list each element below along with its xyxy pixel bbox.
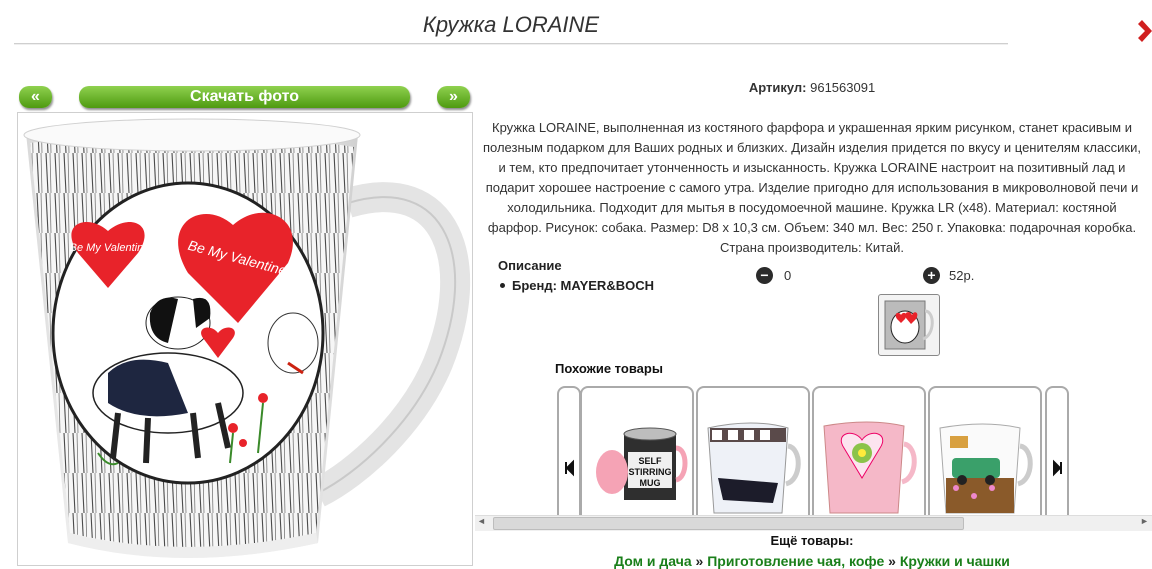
- mug-illustration: Be My Valentine! Be My Valentine!: [23, 118, 471, 558]
- self-stirring-mug-image: SELF STIRRING MUG: [596, 427, 688, 500]
- arrow-right-icon: [1053, 459, 1062, 477]
- sku-value: 961563091: [810, 80, 876, 95]
- arrow-left-icon: [565, 459, 574, 477]
- similar-product-card[interactable]: [696, 386, 810, 518]
- minus-icon[interactable]: −: [756, 267, 773, 284]
- thumbnail-mug: [884, 300, 934, 350]
- carousel-prev-button[interactable]: [557, 386, 581, 518]
- pink-heart-mug-image: [823, 421, 917, 514]
- similar-product-card[interactable]: [928, 386, 1042, 518]
- page-title: Кружка LORAINE: [422, 12, 600, 37]
- plus-icon[interactable]: +: [923, 267, 940, 284]
- plus-count: 52р.: [949, 268, 975, 283]
- product-photo[interactable]: Be My Valentine! Be My Valentine!: [17, 112, 473, 566]
- photo-thumbnail[interactable]: [878, 294, 940, 356]
- more-products-heading: Ещё товары:: [770, 533, 854, 548]
- sku: Артикул: 961563091: [480, 80, 1144, 95]
- next-photo-button[interactable]: »: [437, 86, 470, 108]
- download-photo-button[interactable]: Скачать фото: [79, 86, 410, 108]
- heart-left-text: Be My Valentine!: [70, 242, 153, 254]
- svg-text:SELF: SELF: [638, 456, 662, 466]
- brand-item: Бренд: MAYER&BOCH: [500, 278, 654, 293]
- minus-count: 0: [784, 268, 792, 283]
- brand-text: Бренд: MAYER&BOCH: [512, 278, 654, 293]
- bullet-icon: [500, 283, 505, 289]
- svg-text:MUG: MUG: [640, 478, 661, 488]
- sku-label: Артикул:: [748, 80, 807, 95]
- description-heading: Описание: [498, 258, 562, 273]
- title-divider: [14, 43, 1008, 45]
- carousel-next-button[interactable]: [1045, 386, 1069, 518]
- similar-product-card[interactable]: [812, 386, 926, 518]
- product-description: Кружка LORAINE, выполненная из костяного…: [482, 120, 1141, 255]
- similar-product-card[interactable]: SELF STIRRING MUG: [580, 386, 694, 518]
- scrollbar-thumb[interactable]: [493, 517, 964, 530]
- car-mug-image: [939, 423, 1033, 514]
- scroll-left-icon[interactable]: ◄: [477, 516, 486, 526]
- svg-text:STIRRING: STIRRING: [628, 467, 671, 477]
- prev-photo-button[interactable]: «: [19, 86, 52, 108]
- scroll-right-icon[interactable]: ►: [1140, 516, 1149, 526]
- close-icon[interactable]: [1138, 16, 1152, 46]
- fashion-mug-image: [707, 422, 801, 514]
- similar-products-heading: Похожие товары: [555, 361, 663, 376]
